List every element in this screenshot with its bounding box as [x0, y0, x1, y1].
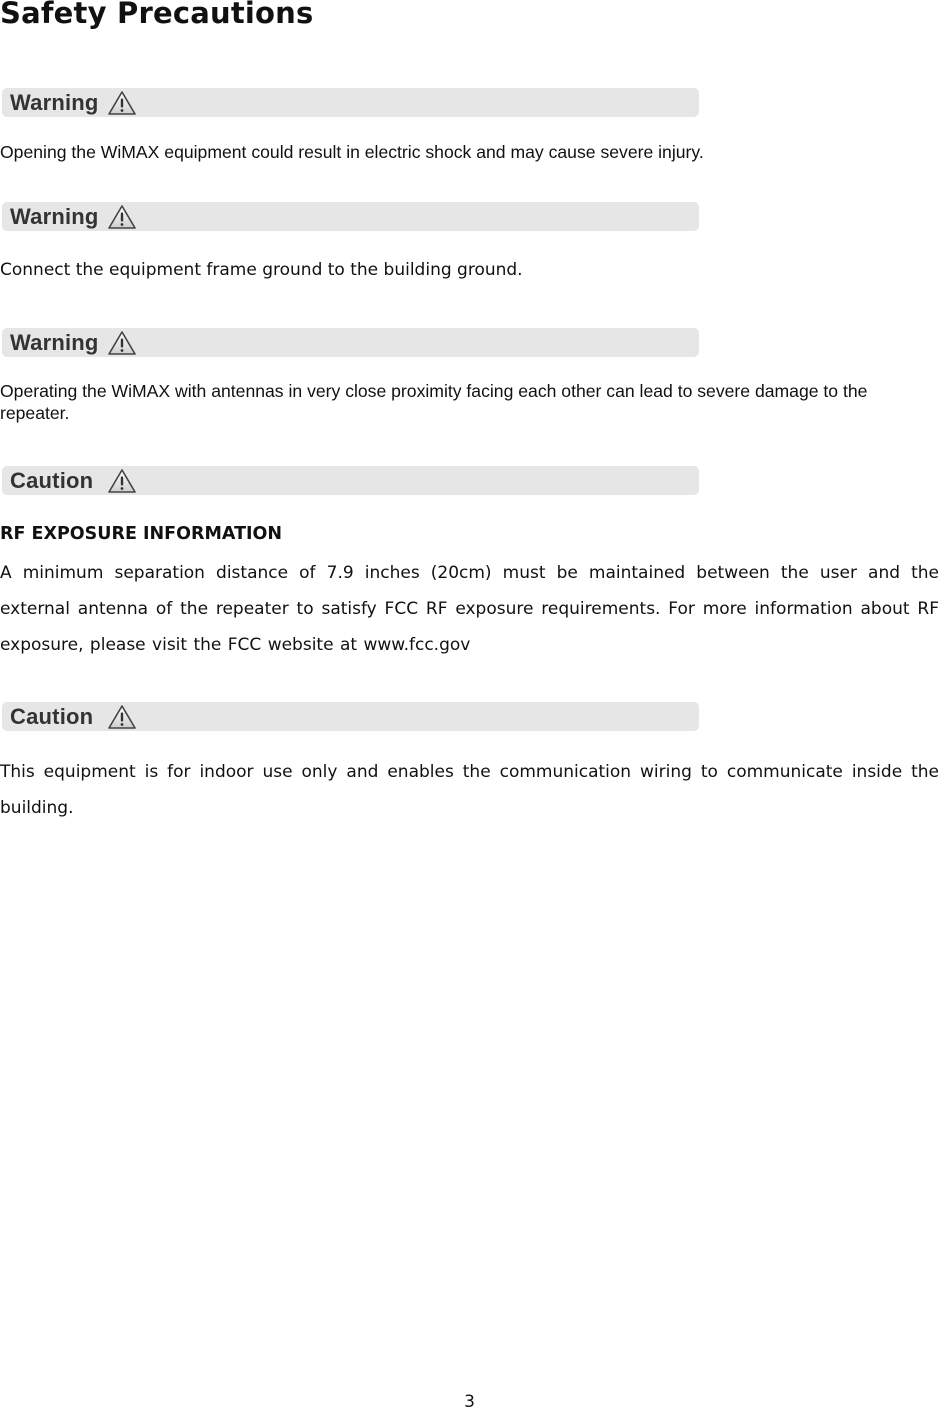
- caution-banner: Caution: [2, 702, 699, 731]
- caution-text: A minimum separation distance of 7.9 inc…: [0, 563, 939, 655]
- warning-text: Connect the equipment frame ground to th…: [0, 260, 523, 280]
- warning-triangle-icon: [107, 204, 136, 229]
- warning-text: Opening the WiMAX equipment could result…: [0, 142, 704, 162]
- warning-banner: Warning: [2, 202, 699, 231]
- rf-exposure-heading: RF EXPOSURE INFORMATION: [0, 524, 283, 544]
- warning-text: Operating the WiMAX with antennas in ver…: [0, 381, 868, 423]
- warning-triangle-icon: [107, 330, 136, 355]
- warning-triangle-icon: [108, 468, 137, 493]
- banner-label: Warning: [10, 329, 99, 355]
- banner-label: Caution: [10, 703, 94, 729]
- page-number: 3: [464, 1392, 475, 1412]
- banner-label: Warning: [10, 89, 99, 115]
- page-title: Safety Precautions: [0, 0, 314, 30]
- warning-triangle-icon: [107, 90, 136, 115]
- warning-triangle-icon: [108, 704, 137, 729]
- warning-banner: Warning: [2, 328, 699, 357]
- banner-label: Warning: [10, 203, 99, 229]
- caution-text: This equipment is for indoor use only an…: [0, 762, 939, 818]
- caution-banner: Caution: [2, 466, 699, 495]
- warning-banner: Warning: [2, 88, 699, 117]
- banner-label: Caution: [10, 467, 94, 493]
